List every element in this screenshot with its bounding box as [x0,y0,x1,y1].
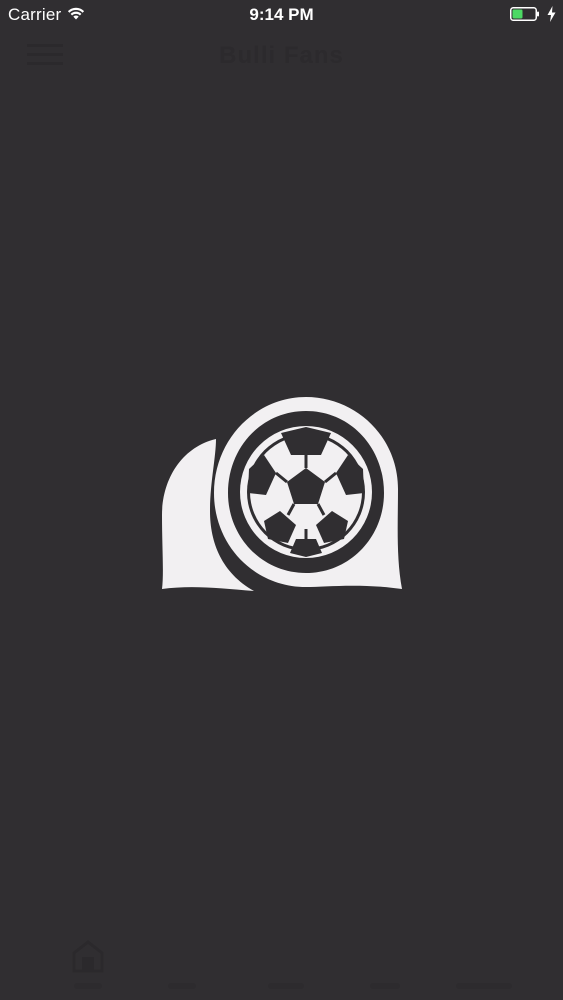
splash-screen: Carrier 9:14 PM Bulli Fans [0,0,563,1000]
battery-icon [510,7,539,21]
tab-label-placeholder [268,983,304,989]
tab-label-placeholder [456,983,512,989]
soccer-ball-chat-logo-icon [162,397,402,591]
home-icon[interactable] [70,937,106,973]
nav-bar: Bulli Fans [0,30,563,82]
status-bar: Carrier 9:14 PM [0,0,563,30]
tab-bar [0,925,563,1000]
nav-title: Bulli Fans [219,42,344,69]
charging-bolt-icon [547,6,556,22]
tab-label-placeholder [168,983,196,989]
tab-label-placeholder [370,983,400,989]
tab-label-placeholder [74,983,102,989]
status-time: 9:14 PM [249,5,314,24]
